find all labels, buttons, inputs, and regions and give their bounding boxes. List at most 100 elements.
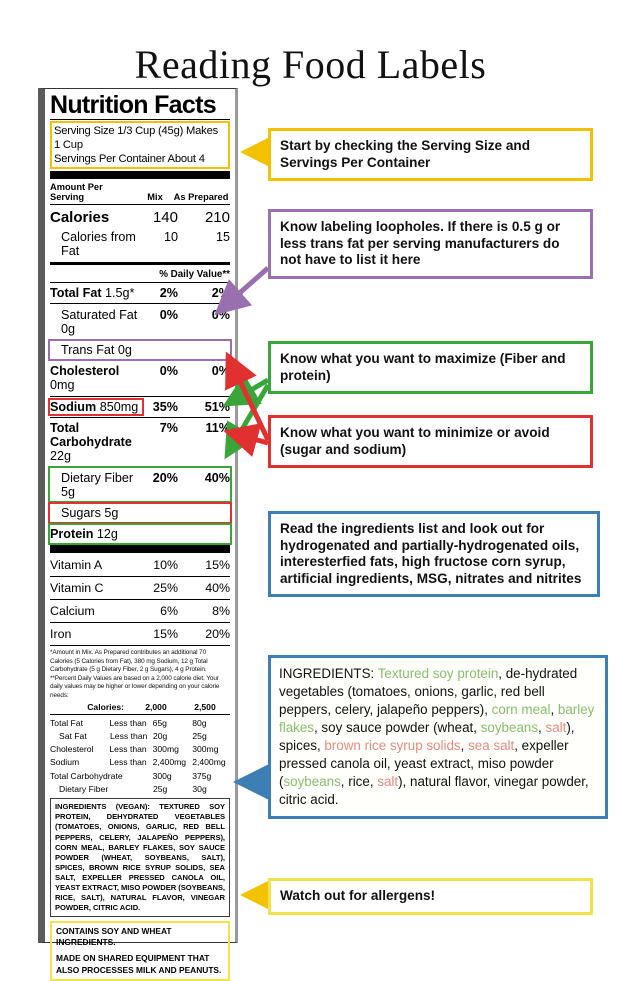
total-carbohydrate-row: Total Carbohydrate 22g 7% 11% — [50, 419, 230, 465]
dv-dietary-fiber-2000: 25g — [153, 783, 168, 794]
callout-ingredients-advice: Read the ingredients list and look out f… — [268, 511, 600, 598]
dietary-fiber-prepared-dv: 40% — [204, 470, 230, 485]
dv-sat-fat-qualifier: Less than — [110, 730, 148, 741]
callout-minimize: Know what you want to minimize or avoid … — [268, 415, 593, 469]
callout-trans-fat-loophole: Know labeling loopholes. If there is 0.5… — [268, 209, 593, 279]
label-column-headers: Amount Per Serving Mix As Prepared — [50, 181, 230, 203]
cholesterol-row: Cholesterol 0mg 0% 0% — [50, 362, 230, 394]
ingredients-panel-segments: Textured soy protein, de-hydrated vegeta… — [279, 666, 594, 807]
dietary-fiber-mix-dv: 20% — [152, 470, 178, 485]
callout-serving-size: Start by checking the Serving Size and S… — [268, 128, 593, 182]
as-prepared-column-header: As Prepared — [173, 192, 229, 203]
total-carbohydrate-prepared-dv: 11% — [205, 421, 230, 436]
dv-total-fat-qualifier: Less than — [109, 717, 147, 728]
mix-column-header: Mix — [147, 192, 163, 203]
cholesterol-label: Cholesterol — [50, 364, 120, 379]
dv-total-fat-2500: 80g — [192, 717, 207, 728]
saturated-fat-label: Saturated Fat 0g — [61, 307, 138, 336]
callout-allergens: Watch out for allergens! — [268, 878, 593, 915]
ingredient-segment: soybeans — [283, 773, 341, 789]
sodium-row: Sodium 850mg 35% 51% — [48, 397, 230, 416]
total-carbohydrate-mix-dv: 7% — [159, 421, 178, 436]
dv-sodium-2000: 2,400mg — [152, 757, 187, 768]
calories-from-fat-row: Calories from Fat 10 15 — [50, 228, 230, 260]
dv-dietary-fiber-name: Dietary Fiber — [59, 783, 109, 794]
total-fat-label: Total Fat — [50, 286, 102, 301]
calcium-label: Calcium — [50, 604, 95, 619]
dv-sodium-qualifier: Less than — [109, 757, 147, 768]
protein-row-highlighted: Protein 12g — [48, 523, 232, 546]
calcium-prepared-value: 8% — [212, 604, 230, 619]
sugars-row-highlighted: Sugars 5g — [48, 501, 232, 525]
calories-from-fat-prepared-value: 15 — [215, 229, 230, 244]
calories-label: Calories — [50, 208, 110, 226]
dv-sodium-name: Sodium — [50, 757, 80, 768]
dietary-fiber-row-highlighted: Dietary Fiber 5g 20% 40% — [48, 466, 232, 503]
servings-per-container-text: Servings Per Container About 4 — [54, 153, 205, 166]
allergen-box: CONTAINS SOY AND WHEAT INGREDIENTS. MADE… — [50, 921, 230, 981]
serving-size-text: Serving Size 1/3 Cup (45g) Makes 1 Cup — [54, 125, 218, 152]
calcium-mix-value: 6% — [160, 604, 178, 619]
vitamin-c-prepared-value: 40% — [205, 581, 230, 596]
nutrition-facts-label: Nutrition Facts Serving Size 1/3 Cup (45… — [38, 88, 238, 981]
vitamin-a-mix-value: 10% — [153, 558, 178, 573]
total-fat-row: Total Fat 1.5g* 2% 2% — [50, 284, 230, 302]
saturated-fat-row: Saturated Fat 0g 0% 0% — [50, 305, 230, 337]
cholesterol-mix-dv: 0% — [159, 364, 178, 379]
dv-cholesterol-name: Cholesterol — [50, 744, 94, 755]
total-fat-prepared-dv: 2% — [211, 286, 230, 301]
amount-per-serving-header: Amount Per Serving — [50, 182, 103, 203]
protein-amount: 12g — [96, 527, 118, 542]
saturated-fat-prepared-dv: 0% — [211, 307, 230, 322]
sodium-name-highlighted: Sodium 850mg — [48, 397, 144, 416]
ingredient-segment: salt — [545, 719, 567, 735]
dv-cholesterol-2500: 300mg — [192, 744, 219, 755]
iron-mix-value: 15% — [153, 627, 178, 642]
allergen-shared-equipment-text: MADE ON SHARED EQUIPMENT THAT ALSO PROCE… — [56, 953, 222, 975]
ingredient-segment: salt — [377, 773, 399, 789]
protein-label: Protein — [50, 527, 94, 542]
dv-row-sat-fat: Sat Fat Less than 20g 25g — [50, 729, 230, 742]
dv-row-cholesterol: Cholesterol Less than 300mg 300mg — [50, 743, 230, 756]
dv-sodium-2500: 2,400mg — [192, 757, 226, 768]
dv-dietary-fiber-2500: 30g — [192, 783, 207, 794]
dv-sat-fat-2500: 25g — [192, 730, 207, 741]
page-title: Reading Food Labels — [134, 41, 487, 87]
calories-row: Calories 140 210 — [50, 206, 230, 227]
total-carbohydrate-label: Total Carbohydrate — [50, 421, 132, 450]
calories-mix-value: 140 — [152, 208, 178, 226]
trans-fat-label: Trans Fat 0g — [61, 343, 132, 358]
dv-row-sodium: Sodium Less than 2,400mg 2,400mg — [50, 756, 230, 769]
allergen-contains-text: CONTAINS SOY AND WHEAT INGREDIENTS. — [56, 926, 172, 948]
vitamin-c-label: Vitamin C — [50, 581, 104, 596]
dv-total-fat-name: Total Fat — [50, 717, 83, 728]
callout-maximize: Know what you want to maximize (Fiber an… — [268, 341, 593, 395]
dv-row-total-carbohydrate: Total Carbohydrate 300g 375g — [50, 769, 230, 782]
dv-sat-fat-2000: 20g — [153, 730, 168, 741]
ingredient-segment: brown rice syrup solids — [324, 737, 461, 753]
dv-total-carbohydrate-2000: 300g — [152, 770, 172, 781]
calories-from-fat-label: Calories from Fat — [61, 229, 136, 258]
ingredient-segment: , soy sauce powder (wheat, — [313, 719, 481, 735]
total-fat-amount: 1.5g* — [105, 286, 135, 301]
iron-label: Iron — [50, 627, 72, 642]
sodium-mix-dv: 35% — [152, 399, 178, 414]
dv-row-dietary-fiber: Dietary Fiber 25g 30g — [50, 782, 230, 795]
daily-value-header: % Daily Value** — [159, 269, 230, 281]
label-ingredients-text: INGREDIENTS (VEGAN): TEXTURED SOY PROTEI… — [50, 798, 230, 918]
dv-cholesterol-qualifier: Less than — [109, 744, 147, 755]
vitamin-c-row: Vitamin C 25% 40% — [50, 578, 230, 598]
vitamin-a-row: Vitamin A 10% 15% — [50, 555, 230, 575]
ingredient-segment: , — [538, 719, 546, 735]
ingredients-panel: INGREDIENTS: Textured soy protein, de-hy… — [268, 655, 608, 819]
calories-2000-header: 2,000 — [145, 702, 167, 713]
calories-prepared-value: 210 — [204, 208, 230, 226]
iron-prepared-value: 20% — [205, 627, 230, 642]
daily-values-table-header: Calories: 2,000 2,500 — [50, 701, 230, 713]
ingredients-panel-label: INGREDIENTS: — [279, 666, 375, 681]
trans-fat-row-highlighted: Trans Fat 0g — [48, 338, 232, 362]
total-carbohydrate-amount: 22g — [50, 449, 72, 464]
dv-total-fat-2000: 65g — [152, 717, 167, 728]
ingredient-segment: , — [460, 737, 469, 753]
ingredient-segment: sea salt — [468, 737, 515, 753]
